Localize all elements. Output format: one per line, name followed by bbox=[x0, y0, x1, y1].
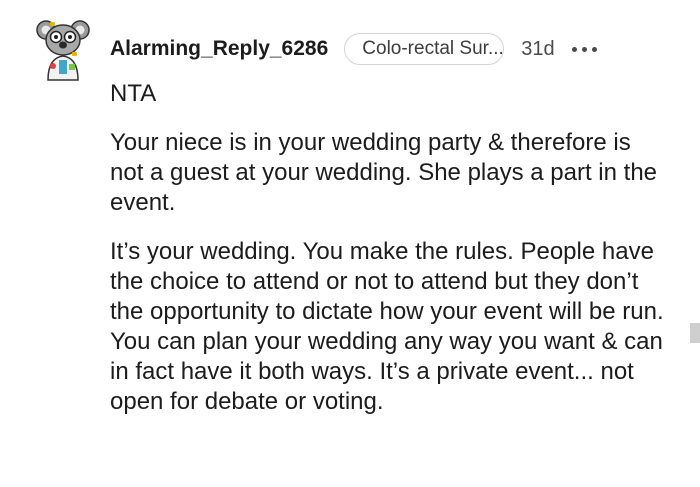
comment-body: NTA Your niece is in your wedding party … bbox=[110, 79, 670, 436]
comment-paragraph: It’s your wedding. You make the rules. P… bbox=[110, 238, 664, 415]
flair-text: Colo-rectal Sur... bbox=[362, 38, 504, 59]
avatar[interactable] bbox=[36, 16, 90, 82]
koala-avatar-icon bbox=[36, 20, 90, 81]
comment-header: Alarming_Reply_6286 Colo-rectal Sur... 3… bbox=[110, 32, 599, 66]
username-link[interactable]: Alarming_Reply_6286 bbox=[110, 37, 328, 61]
user-flair: Colo-rectal Sur... bbox=[344, 33, 505, 65]
more-options-icon[interactable] bbox=[571, 44, 599, 54]
comment-timestamp[interactable]: 31d bbox=[521, 38, 554, 61]
comment-paragraph: Your niece is in your wedding party & th… bbox=[110, 129, 658, 216]
comment-paragraph: NTA bbox=[110, 80, 157, 107]
scrollbar-thumb[interactable] bbox=[690, 323, 700, 343]
